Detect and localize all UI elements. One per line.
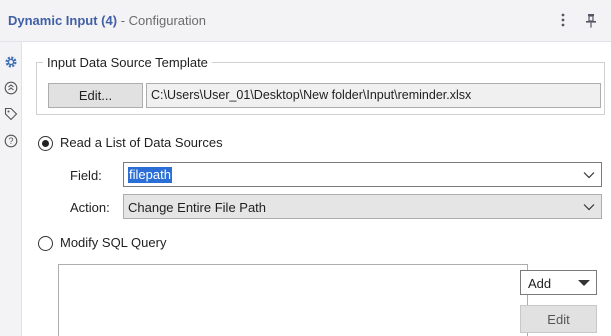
configuration-content: Input Data Source Template Edit... C:\Us… (23, 43, 611, 336)
gear-icon[interactable] (3, 54, 19, 70)
kebab-menu-icon[interactable] (555, 12, 571, 28)
chevron-down-icon (583, 168, 595, 182)
modify-sql-radio[interactable] (38, 236, 53, 251)
help-icon[interactable]: ? (3, 133, 19, 149)
read-list-radio[interactable] (38, 136, 53, 151)
tool-name: Dynamic Input (4) (8, 13, 118, 28)
sql-edit-button[interactable]: Edit (520, 305, 597, 333)
chevron-down-icon (583, 200, 595, 214)
field-dropdown[interactable]: filepath (123, 162, 602, 187)
panel-title: Dynamic Input (4) - Configuration (8, 13, 206, 28)
panel-header: Dynamic Input (4) - Configuration (0, 0, 611, 42)
template-edit-button[interactable]: Edit... (48, 83, 143, 108)
action-label: Action: (70, 200, 110, 215)
action-dropdown[interactable]: Change Entire File Path (123, 194, 602, 219)
title-separator: - (117, 13, 129, 28)
field-value: filepath (128, 167, 172, 183)
sidebar: ? (0, 42, 22, 336)
modify-sql-label[interactable]: Modify SQL Query (60, 235, 166, 250)
caret-down-icon (578, 280, 590, 286)
pin-icon[interactable] (583, 12, 599, 28)
arrows-icon[interactable] (3, 80, 19, 96)
panel-name: Configuration (128, 13, 206, 28)
svg-text:?: ? (8, 136, 13, 146)
template-group-title: Input Data Source Template (43, 55, 212, 70)
action-value: Change Entire File Path (128, 200, 267, 215)
add-dropdown[interactable]: Add (520, 270, 597, 295)
sql-query-list[interactable] (58, 264, 528, 336)
template-path-field[interactable]: C:\Users\User_01\Desktop\New folder\Inpu… (146, 83, 601, 108)
read-list-label[interactable]: Read a List of Data Sources (60, 135, 223, 150)
tag-icon[interactable] (3, 106, 19, 122)
add-label: Add (528, 276, 552, 291)
field-label: Field: (70, 168, 102, 183)
